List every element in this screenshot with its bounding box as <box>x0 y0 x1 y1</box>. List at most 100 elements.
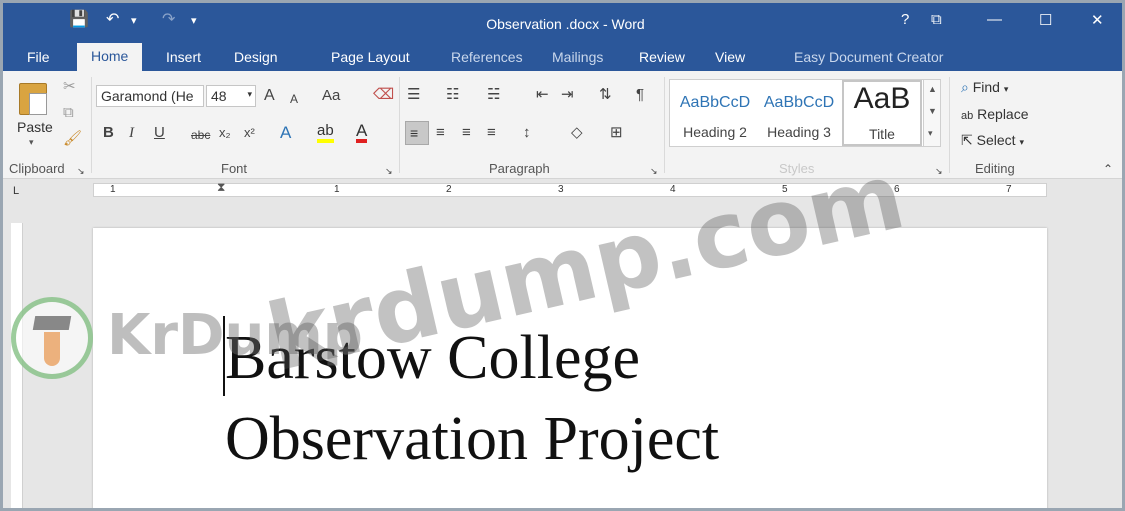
replace-label: Replace <box>977 106 1029 122</box>
font-size-combo[interactable]: 48 ▾ <box>206 85 256 107</box>
paragraph-group-label: Paragraph <box>489 161 550 176</box>
ruler-number: 1 <box>110 184 116 195</box>
font-color-icon[interactable]: A <box>356 122 368 143</box>
font-group-label: Font <box>221 161 248 176</box>
close-button[interactable]: ✕ <box>1091 11 1104 29</box>
show-formatting-icon[interactable]: ¶ <box>636 87 644 103</box>
highlight-icon[interactable]: ab <box>317 123 334 143</box>
style-name: Heading 2 <box>683 124 747 140</box>
style-name: Title <box>869 126 895 142</box>
styles-gallery: AaBbCcD Heading 2 AaBbCcD Heading 3 AaB … <box>669 79 941 147</box>
style-preview: AaB <box>853 82 911 115</box>
paste-button[interactable]: Paste ▾ <box>15 79 55 151</box>
superscript-button[interactable]: x² <box>244 125 255 141</box>
style-heading-3[interactable]: AaBbCcD Heading 3 <box>758 80 840 146</box>
italic-button[interactable]: I <box>129 125 134 141</box>
grow-font-button[interactable]: A <box>264 88 275 104</box>
indent-marker-icon[interactable]: ⧗ <box>217 179 225 195</box>
align-left-button[interactable]: ≡ <box>405 121 429 145</box>
document-title-line-2[interactable]: Observation Project <box>225 404 719 475</box>
horizontal-ruler[interactable]: 1 1 2 3 4 5 6 7 <box>93 183 1047 197</box>
sort-icon[interactable]: ⇅ <box>599 87 612 103</box>
tab-design[interactable]: Design <box>234 49 278 65</box>
line-spacing-icon[interactable]: ↕ <box>523 125 531 141</box>
collapse-ribbon-icon[interactable]: ⌃ <box>1103 161 1113 177</box>
text-effects-icon[interactable]: A <box>280 124 291 141</box>
subscript-button[interactable]: x₂ <box>219 125 231 141</box>
underline-button[interactable]: U <box>154 125 165 141</box>
shrink-font-button[interactable]: A <box>290 91 298 107</box>
tab-file[interactable]: File <box>27 49 50 65</box>
bold-button[interactable]: B <box>103 125 114 141</box>
tab-view[interactable]: View <box>715 49 745 65</box>
clear-formatting-icon[interactable]: ⌫ <box>373 87 394 103</box>
vertical-ruler <box>11 223 23 508</box>
format-painter-icon[interactable]: 🖌 <box>63 131 82 147</box>
styles-launcher-icon[interactable]: ↘ <box>935 163 943 179</box>
scroll-up-icon[interactable]: ▲ <box>928 84 937 94</box>
tab-review[interactable]: Review <box>639 49 685 65</box>
tab-selector-icon[interactable]: L <box>13 185 19 197</box>
align-center-icon[interactable]: ≡ <box>436 125 445 141</box>
tab-page-layout[interactable]: Page Layout <box>331 49 410 65</box>
ruler-number: 3 <box>558 184 564 195</box>
paste-label: Paste <box>17 119 53 135</box>
borders-icon[interactable]: ⊞ <box>610 125 623 141</box>
chevron-down-icon: ▾ <box>247 89 252 99</box>
tab-references[interactable]: References <box>451 49 523 65</box>
ribbon-tabs: File Home Insert Design Page Layout Refe… <box>3 43 1122 71</box>
decrease-indent-icon[interactable]: ⇤ <box>536 87 549 103</box>
font-name-value: Garamond (He <box>101 88 194 104</box>
copy-icon[interactable]: ⧉ <box>63 105 74 121</box>
clipboard-group-label: Clipboard <box>9 161 65 176</box>
strikethrough-button[interactable]: abc <box>191 127 210 143</box>
find-label: Find <box>972 79 1000 95</box>
maximize-button[interactable]: ☐ <box>1039 11 1052 29</box>
tab-home[interactable]: Home <box>77 43 143 71</box>
select-button[interactable]: ⇱ Select ▾ <box>961 132 1024 149</box>
style-heading-2[interactable]: AaBbCcD Heading 2 <box>674 80 756 146</box>
find-button[interactable]: ⌕ Find ▾ <box>961 79 1008 96</box>
scroll-down-icon[interactable]: ▼ <box>928 106 937 116</box>
clipboard-launcher-icon[interactable]: ↘ <box>77 163 85 179</box>
style-preview: AaBbCcD <box>679 94 751 111</box>
numbering-icon[interactable]: ☷ <box>446 87 459 103</box>
replace-button[interactable]: ab Replace <box>961 106 1029 122</box>
style-name: Heading 3 <box>767 124 831 140</box>
more-styles-icon[interactable]: ▾ <box>928 128 933 139</box>
shading-icon[interactable]: ◇ <box>571 125 583 141</box>
style-preview: AaBbCcD <box>763 94 835 111</box>
tab-mailings[interactable]: Mailings <box>552 49 603 65</box>
style-title[interactable]: AaB Title <box>842 80 922 146</box>
paragraph-launcher-icon[interactable]: ↘ <box>650 163 658 179</box>
select-cursor-icon: ⇱ <box>961 132 973 148</box>
word-window: 💾 ↶ ▾ ↷ ▾ Observation .docx - Word ? ⧉ —… <box>0 0 1125 511</box>
cut-icon[interactable]: ✂ <box>63 79 76 95</box>
chevron-down-icon: ▾ <box>1019 137 1024 147</box>
align-left-icon: ≡ <box>410 125 419 141</box>
chevron-down-icon: ▾ <box>29 137 34 147</box>
font-name-combo[interactable]: Garamond (He <box>96 85 204 107</box>
tab-insert[interactable]: Insert <box>166 49 201 65</box>
title-bar: 💾 ↶ ▾ ↷ ▾ Observation .docx - Word ? ⧉ —… <box>3 3 1122 43</box>
align-right-icon[interactable]: ≡ <box>462 125 471 141</box>
ribbon-display-icon[interactable]: ⧉ <box>931 11 942 28</box>
bullets-icon[interactable]: ☰ <box>407 87 420 103</box>
change-case-button[interactable]: Aa <box>322 88 340 104</box>
font-launcher-icon[interactable]: ↘ <box>385 163 393 179</box>
increase-indent-icon[interactable]: ⇥ <box>561 87 574 103</box>
find-icon: ⌕ <box>961 79 969 95</box>
justify-icon[interactable]: ≡ <box>487 125 496 141</box>
help-icon[interactable]: ? <box>901 11 909 28</box>
chevron-down-icon: ▾ <box>1003 84 1009 94</box>
styles-scroll[interactable]: ▲ ▼ ▾ <box>923 79 941 147</box>
watermark-logo-icon <box>11 297 93 379</box>
editing-group-label: Editing <box>975 161 1015 176</box>
tab-easy-document-creator[interactable]: Easy Document Creator <box>794 49 943 65</box>
minimize-button[interactable]: — <box>987 11 1002 28</box>
ruler-number: 2 <box>446 184 452 195</box>
multilevel-list-icon[interactable]: ☵ <box>487 87 500 103</box>
select-label: Select <box>976 132 1016 148</box>
ruler-number: 1 <box>334 184 340 195</box>
replace-icon: ab <box>961 110 974 122</box>
